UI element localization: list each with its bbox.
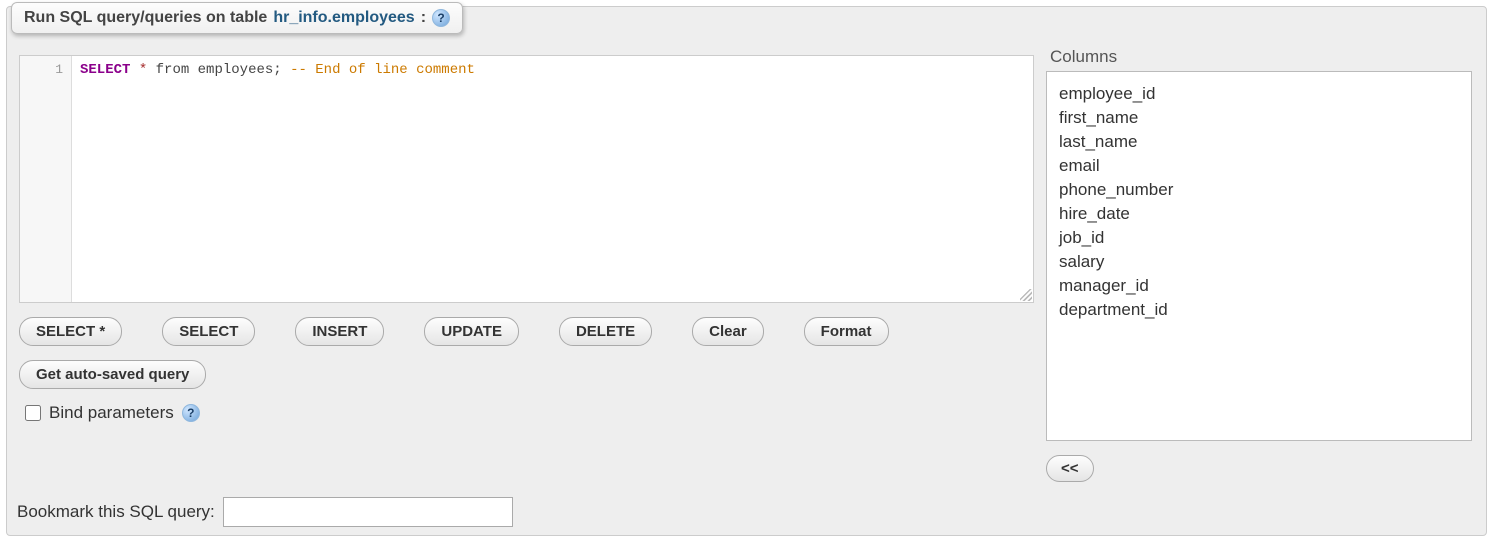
columns-pane: Columns employee_idfirst_namelast_nameem… (1046, 43, 1486, 495)
column-item[interactable]: manager_id (1059, 274, 1459, 298)
update-button[interactable]: UPDATE (424, 317, 519, 346)
help-icon[interactable]: ? (182, 404, 200, 422)
column-item[interactable]: job_id (1059, 226, 1459, 250)
editor-body[interactable]: SELECT * from employees; -- End of line … (72, 56, 1033, 302)
sql-editor[interactable]: 1 SELECT * from employees; -- End of lin… (19, 55, 1034, 303)
clear-button[interactable]: Clear (692, 317, 764, 346)
insert-button[interactable]: INSERT (295, 317, 384, 346)
bookmark-label: Bookmark this SQL query: (17, 502, 215, 522)
bind-parameters-row[interactable]: Bind parameters ? (19, 403, 1034, 423)
bind-parameters-label: Bind parameters (49, 403, 174, 423)
header-prefix: Run SQL query/queries on table (24, 9, 267, 27)
column-item[interactable]: email (1059, 154, 1459, 178)
panel-header: Run SQL query/queries on table hr_info.e… (11, 2, 463, 34)
token-operator: * (139, 62, 147, 78)
column-item[interactable]: first_name (1059, 106, 1459, 130)
left-pane: 1 SELECT * from employees; -- End of lin… (7, 43, 1046, 495)
header-table-ref[interactable]: hr_info.employees (273, 9, 414, 27)
column-item[interactable]: department_id (1059, 298, 1459, 322)
bookmark-row: Bookmark this SQL query: (17, 497, 513, 527)
query-buttons-row: SELECT * SELECT INSERT UPDATE DELETE Cle… (19, 317, 1034, 346)
line-number: 1 (20, 62, 63, 77)
select-button[interactable]: SELECT (162, 317, 255, 346)
help-icon[interactable]: ? (432, 9, 450, 27)
delete-button[interactable]: DELETE (559, 317, 652, 346)
editor-gutter: 1 (20, 56, 72, 302)
resize-handle-icon[interactable] (1020, 289, 1032, 301)
column-item[interactable]: salary (1059, 250, 1459, 274)
select-star-button[interactable]: SELECT * (19, 317, 122, 346)
autosave-row: Get auto-saved query (19, 360, 1034, 389)
token-keyword: SELECT (80, 62, 130, 78)
collapse-columns-button[interactable]: << (1046, 455, 1094, 482)
sql-panel: Run SQL query/queries on table hr_info.e… (6, 6, 1487, 536)
column-item[interactable]: hire_date (1059, 202, 1459, 226)
header-suffix: : (421, 9, 426, 27)
columns-title: Columns (1046, 47, 1472, 71)
bookmark-input[interactable] (223, 497, 513, 527)
token-comment: -- End of line comment (290, 62, 475, 78)
format-button[interactable]: Format (804, 317, 889, 346)
content: 1 SELECT * from employees; -- End of lin… (7, 7, 1486, 495)
token-word: from (156, 62, 190, 78)
columns-listbox[interactable]: employee_idfirst_namelast_nameemailphone… (1046, 71, 1472, 441)
token-identifier: employees; (198, 62, 282, 78)
column-item[interactable]: employee_id (1059, 82, 1459, 106)
get-autosaved-button[interactable]: Get auto-saved query (19, 360, 206, 389)
column-item[interactable]: phone_number (1059, 178, 1459, 202)
column-item[interactable]: last_name (1059, 130, 1459, 154)
bind-parameters-checkbox[interactable] (25, 405, 41, 421)
